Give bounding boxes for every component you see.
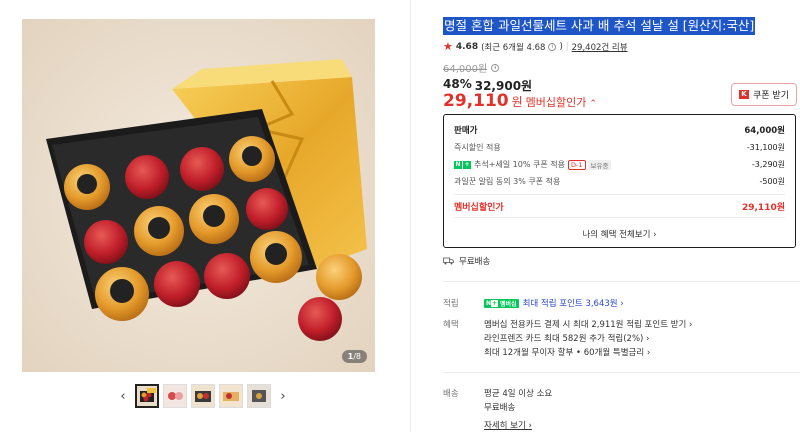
benefit-item-installment[interactable]: 최대 12개월 무이자 할부 • 60개월 특별금리 ›	[484, 346, 650, 358]
badge-text: 멤버십	[500, 300, 517, 308]
info-icon[interactable]: i	[548, 42, 557, 51]
section-divider	[443, 372, 800, 373]
member-price-label: 멤버십할인가	[525, 96, 587, 109]
thumb-prev-icon[interactable]: ‹	[115, 384, 131, 408]
npay-n: N	[454, 160, 462, 169]
thumbnail-2[interactable]	[163, 384, 187, 408]
member-price: 29,110	[443, 91, 509, 111]
owned-badge: 보유중	[587, 159, 612, 170]
delivery-detail-link[interactable]: 자세히 보기 ›	[484, 419, 532, 431]
price-row-label: 추석+세일 10% 쿠폰 적용	[474, 160, 565, 169]
badge-plus: +	[491, 299, 499, 307]
thumb-next-icon[interactable]: ›	[275, 384, 291, 408]
member-price-line[interactable]: 29,110 원 멤버십할인가 ⌃	[443, 91, 597, 111]
star-icon: ★	[443, 40, 453, 53]
npay-plus: +	[463, 160, 471, 169]
total-label: 멤버십할인가	[454, 203, 504, 213]
thumbnail-3[interactable]	[191, 384, 215, 408]
price-row-alert-coupon: 과일꾼 알림 동의 3% 쿠폰 적용 -500원	[454, 176, 785, 187]
points-label: 적립	[443, 299, 459, 309]
benefit-item-card[interactable]: 멤버십 전용카드 결제 시 최대 2,911원 적립 포인트 받기 ›	[484, 318, 692, 330]
image-page-indicator: 1/8	[341, 350, 367, 363]
original-price-value: 64,000원	[443, 64, 488, 75]
review-count-link[interactable]: 29,402건 리뷰	[572, 41, 628, 53]
section-divider	[443, 281, 800, 282]
coupon-icon: K	[739, 90, 749, 99]
price-row-list: 판매가 64,000원	[454, 124, 785, 136]
rating-summary: ★ 4.68 (최근 6개월 4.68 i ) | 29,402건 리뷰	[443, 40, 628, 53]
rating-recent-close: )	[559, 41, 563, 52]
divider	[454, 194, 785, 195]
benefit-item-linefriends[interactable]: 라인프렌즈 카드 최대 582원 추가 적립(2%) ›	[484, 332, 649, 344]
npay-membership-badge: N + 멤버십	[484, 298, 519, 308]
column-divider	[410, 0, 411, 432]
free-shipping-note: 무료배송	[443, 255, 490, 267]
thumbnail-4[interactable]	[219, 384, 243, 408]
price-row-label: 즉시할인 적용	[454, 143, 501, 152]
chevron-up-icon[interactable]: ⌃	[589, 99, 597, 109]
rating-recent: (최근 6개월 4.68	[481, 42, 546, 53]
separator: |	[565, 41, 569, 52]
points-line[interactable]: N + 멤버십 최대 적립 포인트 3,643원 ›	[484, 297, 624, 309]
free-shipping-text: 무료배송	[459, 257, 491, 267]
price-row-value: -31,100원	[746, 143, 785, 152]
benefits-label: 혜택	[443, 320, 459, 330]
price-row-coupon: N + 추석+세일 10% 쿠폰 적용 D-1 보유중 -3,290원	[454, 159, 785, 170]
price-row-value: -3,290원	[751, 160, 785, 169]
product-title: 명절 혼합 과일선물세트 사과 배 추석 설날 설 [원산지:국산]	[443, 17, 756, 35]
coupon-button[interactable]: K 쿠폰 받기	[731, 83, 797, 106]
max-points-text: 최대 적립 포인트 3,643원 ›	[522, 299, 624, 309]
delivery-fee: 무료배송	[484, 403, 516, 413]
price-row-value: 64,000원	[744, 126, 785, 136]
price-breakdown-box: 판매가 64,000원 즉시할인 적용 -31,100원 N + 추석+세일 10…	[443, 114, 796, 248]
price-row-label: 과일꾼 알림 동의 3% 쿠폰 적용	[454, 177, 561, 186]
d-day-badge: D-1	[568, 159, 586, 170]
thumbnail-1[interactable]	[135, 384, 159, 408]
view-all-benefits-link[interactable]: 나의 혜택 전체보기 ›	[444, 228, 795, 240]
main-product-image[interactable]: 1/8	[22, 19, 375, 372]
divider	[454, 217, 785, 218]
price-row-label: 판매가	[454, 126, 478, 136]
npay-icon: N +	[454, 160, 472, 169]
rating-score: 4.68	[455, 41, 479, 52]
member-price-unit: 원	[511, 95, 523, 109]
thumbnail-strip: ‹ ›	[115, 382, 291, 410]
thumbnail-5[interactable]	[247, 384, 271, 408]
total-value: 29,110원	[741, 203, 785, 213]
delivery-eta: 평균 4일 이상 소요	[484, 389, 553, 399]
fruit-gift-box-illustration	[22, 19, 375, 372]
truck-icon	[443, 257, 454, 265]
price-row-total: 멤버십할인가 29,110원	[454, 200, 785, 213]
coupon-button-label: 쿠폰 받기	[753, 91, 789, 101]
price-info-icon[interactable]: i	[491, 63, 500, 72]
original-price: 64,000원 i	[443, 60, 500, 75]
price-row-instant-discount: 즉시할인 적용 -31,100원	[454, 142, 785, 153]
price-row-value: -500원	[759, 177, 785, 186]
delivery-label: 배송	[443, 389, 459, 399]
